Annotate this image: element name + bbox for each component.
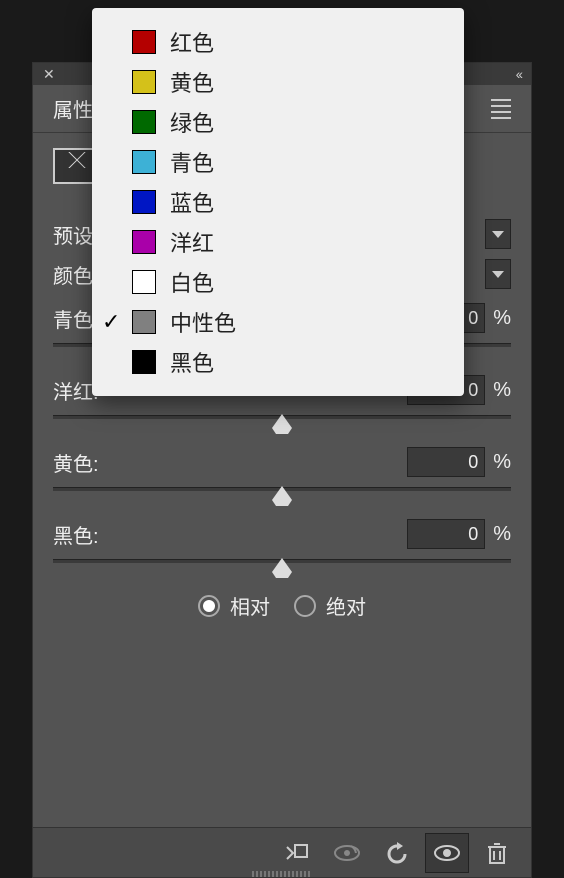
color-swatch — [132, 70, 156, 94]
color-swatch — [132, 270, 156, 294]
radio-relative-label: 相对 — [230, 591, 270, 620]
color-option-label: 白色 — [170, 266, 214, 298]
slider-black-label: 黑色: — [53, 520, 99, 549]
color-swatch — [132, 190, 156, 214]
slider-yellow-label: 黄色: — [53, 448, 99, 477]
check-icon: ✓ — [102, 309, 120, 335]
resize-grip[interactable] — [252, 871, 312, 877]
delete-icon[interactable] — [475, 833, 519, 873]
percent-sign: % — [493, 379, 511, 402]
slider-black-input[interactable] — [407, 519, 485, 549]
preset-label: 预设 — [53, 220, 93, 249]
color-option-label: 黑色 — [170, 346, 214, 378]
view-previous-icon[interactable] — [325, 833, 369, 873]
color-option[interactable]: 绿色 — [92, 102, 464, 142]
slider-yellow-input[interactable] — [407, 447, 485, 477]
percent-sign: % — [493, 307, 511, 330]
color-option-label: 青色 — [170, 146, 214, 178]
color-swatch — [132, 230, 156, 254]
radio-relative-circle — [198, 595, 220, 617]
close-icon[interactable]: ✕ — [43, 66, 55, 83]
panel-title: 属性 — [53, 94, 93, 123]
color-option[interactable]: ✓ 中性色 — [92, 302, 464, 342]
slider-black-thumb[interactable] — [272, 558, 292, 578]
colors-dropdown-button[interactable] — [485, 259, 511, 289]
color-option-label: 洋红 — [170, 226, 214, 258]
color-option-label: 中性色 — [170, 306, 236, 338]
visibility-icon[interactable] — [425, 833, 469, 873]
radio-absolute[interactable]: 绝对 — [294, 591, 366, 620]
color-swatch — [132, 110, 156, 134]
color-option[interactable]: 黑色 — [92, 342, 464, 382]
color-swatch — [132, 150, 156, 174]
chevron-down-icon — [492, 271, 504, 278]
color-swatch — [132, 350, 156, 374]
color-option-label: 红色 — [170, 26, 214, 58]
slider-yellow-track[interactable] — [53, 487, 511, 491]
color-option-label: 黄色 — [170, 66, 214, 98]
color-option[interactable]: 洋红 — [92, 222, 464, 262]
radio-absolute-label: 绝对 — [326, 591, 366, 620]
panel-footer — [33, 827, 531, 877]
colors-dropdown-popup: 红色黄色绿色青色蓝色洋红白色 ✓ 中性色黑色 — [92, 8, 464, 396]
chevron-down-icon — [492, 231, 504, 238]
radio-relative[interactable]: 相对 — [198, 591, 270, 620]
collapse-icon[interactable]: ‹‹ — [516, 66, 521, 82]
percent-sign: % — [493, 523, 511, 546]
clip-to-layer-icon[interactable] — [275, 833, 319, 873]
color-option[interactable]: 红色 — [92, 22, 464, 62]
color-swatch — [132, 30, 156, 54]
slider-black-track[interactable] — [53, 559, 511, 563]
color-option-label: 绿色 — [170, 106, 214, 138]
reset-icon[interactable] — [375, 833, 419, 873]
slider-yellow: 黄色: % — [53, 447, 511, 491]
preset-dropdown-button[interactable] — [485, 219, 511, 249]
slider-black: 黑色: % — [53, 519, 511, 563]
radio-absolute-circle — [294, 595, 316, 617]
slider-magenta-thumb[interactable] — [272, 414, 292, 434]
color-option[interactable]: 青色 — [92, 142, 464, 182]
color-swatch — [132, 310, 156, 334]
slider-magenta-track[interactable] — [53, 415, 511, 419]
color-option[interactable]: 黄色 — [92, 62, 464, 102]
color-option[interactable]: 蓝色 — [92, 182, 464, 222]
color-option-label: 蓝色 — [170, 186, 214, 218]
panel-menu-icon[interactable] — [491, 95, 511, 123]
color-option[interactable]: 白色 — [92, 262, 464, 302]
percent-sign: % — [493, 451, 511, 474]
mode-row: 相对 绝对 — [53, 591, 511, 620]
slider-yellow-thumb[interactable] — [272, 486, 292, 506]
colors-label: 颜色 — [53, 260, 93, 289]
